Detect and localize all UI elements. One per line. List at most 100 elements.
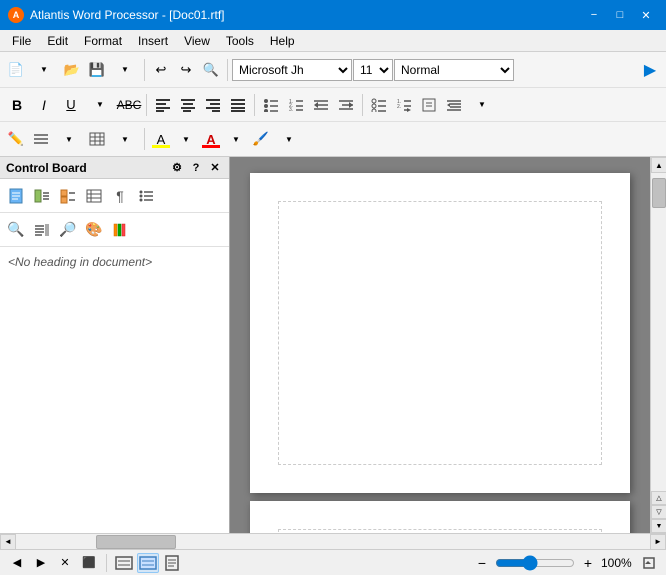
view-normal-button[interactable] <box>113 553 135 573</box>
cb-view-style-btn[interactable] <box>56 184 80 208</box>
style-dropdown[interactable]: Normal <box>394 59 514 81</box>
align-right-button[interactable] <box>201 93 225 117</box>
cb-help-icon[interactable]: ? <box>188 160 204 176</box>
para-btn-3[interactable] <box>417 93 441 117</box>
indent-decrease-button[interactable] <box>309 93 333 117</box>
list-style-icon-2: 1. 2. <box>396 98 412 112</box>
table-dropdown[interactable]: ▼ <box>110 127 140 151</box>
menu-edit[interactable]: Edit <box>39 32 76 50</box>
find-button[interactable]: 🔍 <box>199 58 223 82</box>
scroll-thumb[interactable] <box>652 178 666 208</box>
font-color-button[interactable]: A <box>199 127 223 151</box>
hscroll-left-button[interactable]: ◄ <box>0 534 16 550</box>
page2-margin-box <box>278 529 602 533</box>
minimize-button[interactable]: − <box>582 5 606 25</box>
font-name-dropdown[interactable]: Microsoft Jh <box>232 59 352 81</box>
scroll-up-button[interactable]: ▲ <box>651 157 666 173</box>
menu-help[interactable]: Help <box>262 32 303 50</box>
font-size-dropdown[interactable]: 11 <box>353 59 393 81</box>
para-btn-4[interactable] <box>442 93 466 117</box>
underline-button[interactable]: U <box>58 93 84 117</box>
cb-list-icon <box>86 188 102 204</box>
cb-view-outline-btn[interactable] <box>30 184 54 208</box>
highlight-dropdown[interactable]: ▼ <box>174 127 198 151</box>
new-dropdown[interactable]: ▼ <box>29 58 59 82</box>
nav-prev-button[interactable]: ◀ <box>6 553 28 573</box>
toolbar-scroll-right[interactable]: ▶ <box>638 58 662 82</box>
pen-tool-button[interactable]: ✏️ <box>4 127 28 151</box>
scroll-page-up-button[interactable]: △ <box>651 491 666 505</box>
zoom-fit-button[interactable] <box>638 553 660 573</box>
paint-dropdown[interactable]: ▼ <box>274 127 304 151</box>
scroll-down-button[interactable]: ▼ <box>651 519 666 533</box>
close-button[interactable]: ✕ <box>634 5 658 25</box>
document-container[interactable] <box>230 157 666 533</box>
cb-content-area: <No heading in document> <box>0 247 229 533</box>
align-center-button[interactable] <box>176 93 200 117</box>
hscroll-thumb[interactable] <box>96 535 176 549</box>
zoom-slider[interactable] <box>495 555 575 571</box>
main-area: Control Board ⚙ ? ✕ <box>0 157 666 533</box>
title-bar: A Atlantis Word Processor - [Doc01.rtf] … <box>0 0 666 30</box>
toolbar-row2: B I U ▼ ABC <box>0 88 666 122</box>
font-color-dropdown[interactable]: ▼ <box>224 127 248 151</box>
cb-list-btn[interactable] <box>82 184 106 208</box>
indent-increase-icon <box>338 98 354 112</box>
nav-stop-button[interactable]: ✕ <box>54 553 76 573</box>
zoom-in-button[interactable]: + <box>577 553 599 573</box>
list-ordered-button[interactable]: 1. 2. 3. <box>284 93 308 117</box>
view-outline-button[interactable] <box>137 553 159 573</box>
view-page-icon <box>165 555 179 571</box>
menu-view[interactable]: View <box>176 32 218 50</box>
bullet-list-small-button[interactable] <box>29 127 53 151</box>
indent-increase-button[interactable] <box>334 93 358 117</box>
undo-button[interactable]: ↩ <box>149 58 173 82</box>
cb-bookmark-btn[interactable] <box>108 218 132 242</box>
strikethrough-button[interactable]: ABC <box>116 93 142 117</box>
align-left-button[interactable] <box>151 93 175 117</box>
menu-tools[interactable]: Tools <box>218 32 262 50</box>
cb-para-view-btn[interactable] <box>30 218 54 242</box>
nav-next-button[interactable]: ▶ <box>30 553 52 573</box>
cb-settings-icon[interactable]: ⚙ <box>169 160 185 176</box>
control-board-icons: ⚙ ? ✕ <box>169 160 223 176</box>
cb-bullets-btn[interactable] <box>134 184 158 208</box>
para-list-btn-1[interactable] <box>367 93 391 117</box>
para-list-btn-2[interactable]: 1. 2. <box>392 93 416 117</box>
cb-search-btn[interactable]: 🔎 <box>56 218 80 242</box>
list-unordered-button[interactable] <box>259 93 283 117</box>
italic-button[interactable]: I <box>31 93 57 117</box>
cb-palette-btn[interactable]: 🎨 <box>82 218 106 242</box>
save-button[interactable]: 💾 <box>85 58 109 82</box>
highlight-color-button[interactable]: A <box>149 127 173 151</box>
document-page-1[interactable] <box>250 173 630 493</box>
menu-file[interactable]: File <box>4 32 39 50</box>
zoom-out-button[interactable]: − <box>471 553 493 573</box>
redo-button[interactable]: ↪ <box>174 58 198 82</box>
cb-close-icon[interactable]: ✕ <box>207 160 223 176</box>
list-dropdown[interactable]: ▼ <box>467 93 497 117</box>
nav-bookmark-button[interactable]: ⬛ <box>78 553 100 573</box>
underline-dropdown[interactable]: ▼ <box>85 93 115 117</box>
justify-button[interactable] <box>226 93 250 117</box>
document-page-2[interactable] <box>250 501 630 533</box>
menu-insert[interactable]: Insert <box>130 32 176 50</box>
tb-sep-6 <box>144 128 145 150</box>
cb-zoom-btn[interactable]: 🔍 <box>4 218 28 242</box>
paint-brush-button[interactable]: 🖌️ <box>249 127 273 151</box>
table-button[interactable] <box>85 127 109 151</box>
open-button[interactable]: 📂 <box>60 58 84 82</box>
scroll-page-down-button[interactable]: ▽ <box>651 505 666 519</box>
hscroll-right-button[interactable]: ► <box>650 534 666 550</box>
view-page-button[interactable] <box>161 553 183 573</box>
maximize-button[interactable]: □ <box>608 5 632 25</box>
cb-view-page-btn[interactable] <box>4 184 28 208</box>
cb-toolbar2: 🔍 🔎 🎨 <box>0 213 229 247</box>
save-dropdown[interactable]: ▼ <box>110 58 140 82</box>
new-button[interactable]: 📄 <box>4 58 28 82</box>
menu-format[interactable]: Format <box>76 32 130 50</box>
svg-text:3.: 3. <box>289 107 293 112</box>
cb-pilcrow-btn[interactable]: ¶ <box>108 184 132 208</box>
para-dropdown2[interactable]: ▼ <box>54 127 84 151</box>
bold-button[interactable]: B <box>4 93 30 117</box>
